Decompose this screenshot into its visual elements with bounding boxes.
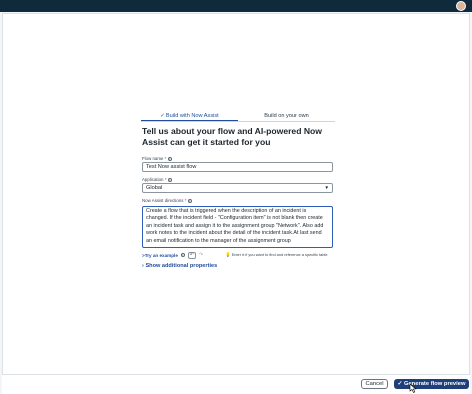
info-icon[interactable]: i: [187, 198, 192, 203]
field-label-text: Now Assist directions: [142, 198, 184, 203]
directions-textarea[interactable]: Create a flow that is triggered when the…: [142, 206, 333, 248]
chevron-down-icon: ▼: [324, 185, 329, 190]
user-avatar[interactable]: [456, 1, 466, 11]
application-selected-value: Global: [146, 185, 163, 191]
show-additional-label: Show additional properties: [145, 263, 218, 269]
tab-build-with-now-assist[interactable]: ✓Build with Now Assist: [141, 112, 238, 121]
application-label: Application * i: [142, 177, 172, 182]
info-icon[interactable]: i: [180, 253, 185, 257]
flow-name-input[interactable]: Test Now assist flow: [142, 162, 333, 172]
generate-flow-preview-button[interactable]: ✓ Generate flow preview: [394, 379, 469, 389]
directions-label: Now Assist directions * i: [142, 198, 192, 203]
field-label-text: Application: [142, 177, 164, 182]
hash-reference-hint: 💡 Enter # if you want to find and refere…: [225, 252, 328, 258]
application-select[interactable]: Global ▼: [142, 183, 333, 193]
undo-icon[interactable]: ↶: [187, 251, 196, 259]
try-example-row: >Try an example i ↶ ↷: [142, 251, 203, 259]
lightbulb-icon: 💡: [225, 252, 231, 257]
check-icon: ✓: [160, 113, 165, 119]
build-mode-tabs: ✓Build with Now Assist Build on your own: [141, 112, 335, 122]
info-icon[interactable]: i: [167, 177, 172, 182]
required-indicator: *: [164, 177, 167, 182]
cancel-button[interactable]: Cancel: [361, 379, 388, 389]
chevron-right-icon: ›: [142, 263, 144, 269]
field-label-text: Flow name: [142, 156, 164, 161]
mouse-cursor-icon: [409, 383, 417, 393]
redo-icon[interactable]: ↷: [199, 252, 203, 258]
required-indicator: *: [164, 156, 167, 161]
page-title: Tell us about your flow and AI-powered N…: [142, 126, 322, 147]
try-example-link[interactable]: >Try an example: [142, 253, 178, 258]
show-additional-properties-toggle[interactable]: › Show additional properties: [142, 263, 217, 269]
tab-label: Build on your own: [264, 113, 309, 119]
top-navigation-bar: [0, 0, 472, 12]
info-icon[interactable]: i: [167, 156, 172, 161]
flow-name-label: Flow name * i: [142, 156, 172, 161]
tab-label: Build with Now Assist: [165, 113, 219, 119]
required-indicator: *: [184, 198, 187, 203]
hint-text: Enter # if you want to find and referenc…: [231, 252, 328, 257]
try-example-label: Try an example: [144, 252, 178, 258]
tab-build-on-your-own[interactable]: Build on your own: [238, 112, 335, 121]
main-panel: [2, 13, 470, 375]
